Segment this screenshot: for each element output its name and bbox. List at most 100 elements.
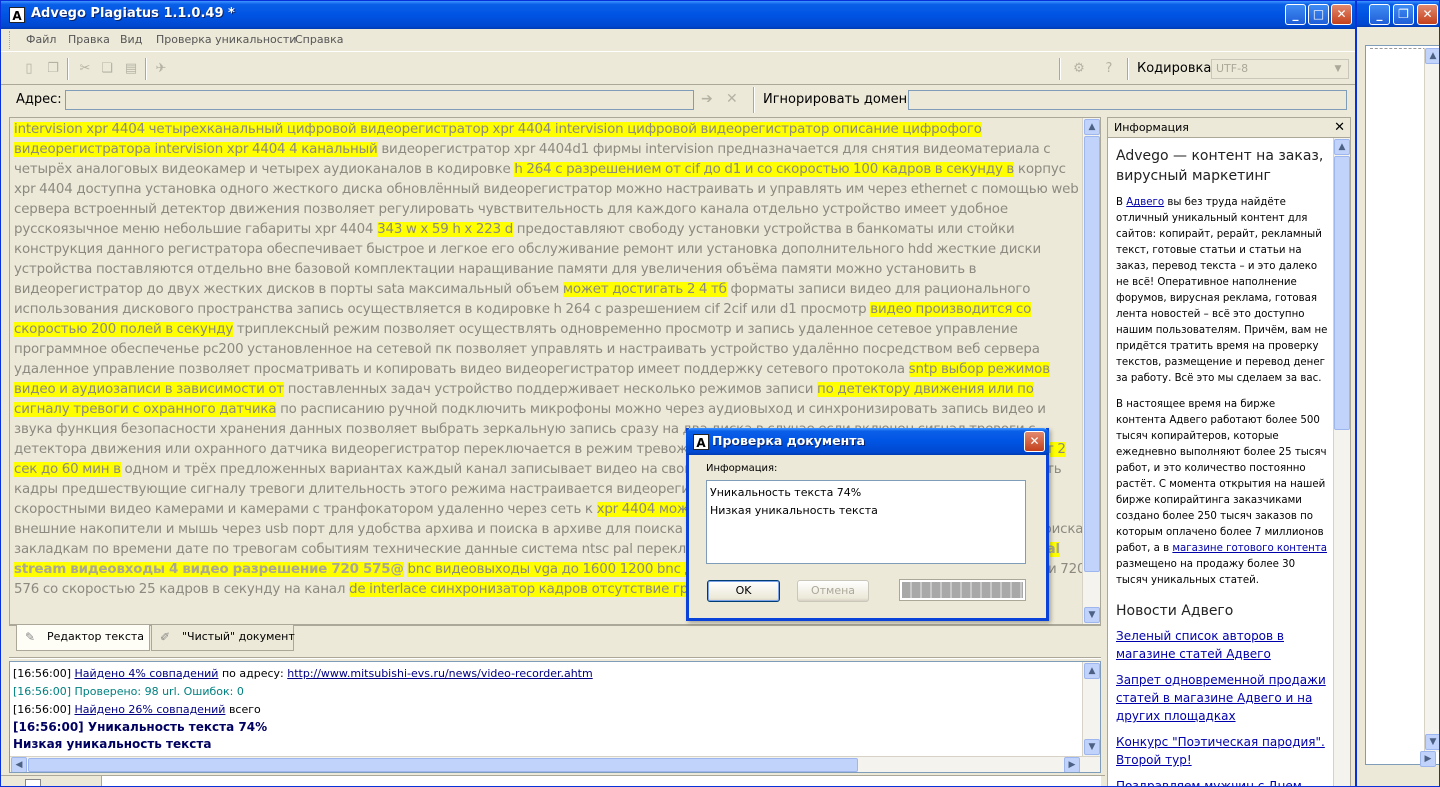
dialog-info-label: Информация: bbox=[706, 463, 778, 474]
dialog-title-bar[interactable]: A Проверка документа ✕ bbox=[686, 428, 1049, 455]
log-match-link[interactable]: Найдено 4% совпадений bbox=[74, 667, 218, 680]
scroll-right-icon[interactable]: ▶ bbox=[1064, 757, 1080, 772]
log-hscroll[interactable]: ◀ ▶ bbox=[10, 756, 1100, 772]
log-hscroll-thumb[interactable] bbox=[28, 758, 858, 772]
dialog-progress-bar bbox=[899, 579, 1026, 601]
news-heading: Новости Адвего bbox=[1116, 603, 1234, 619]
address-separator bbox=[753, 87, 755, 113]
log-vscroll[interactable]: ▲ ▼ bbox=[1082, 662, 1100, 756]
log-text: всего bbox=[225, 703, 261, 716]
background-window-title-bar[interactable]: _ ❐ ✕ bbox=[1357, 1, 1439, 27]
news-link[interactable]: Запрет одновременной продажи статей в ма… bbox=[1116, 671, 1328, 725]
chevron-down-icon[interactable]: ▼ bbox=[1330, 61, 1346, 77]
tab-clean-document[interactable]: ✐ "Чистый" документ bbox=[151, 625, 295, 651]
background-scrollbar[interactable]: ▲ ▼ bbox=[1424, 48, 1439, 752]
info-panel-header: Информация ✕ bbox=[1108, 118, 1350, 138]
dialog-uniqueness-text: Уникальность текста 74% bbox=[710, 486, 862, 499]
log-url-link[interactable]: http://www.mitsubishi-evs.ru/news/video-… bbox=[287, 667, 592, 680]
scroll-down-icon[interactable]: ▼ bbox=[1084, 739, 1100, 755]
check-uniqueness-icon[interactable]: ✈ bbox=[153, 61, 169, 77]
maximize-button[interactable]: □ bbox=[1308, 4, 1329, 25]
status-field bbox=[101, 776, 1101, 786]
encoding-select[interactable]: UTF-8 ▼ bbox=[1211, 59, 1349, 79]
scroll-up-icon[interactable]: ▲ bbox=[1334, 139, 1350, 155]
log-text: по адресу: bbox=[218, 667, 288, 680]
info-text: вы без труда найдёте отличный уникальный… bbox=[1116, 197, 1328, 384]
scroll-up-icon[interactable]: ▲ bbox=[1084, 119, 1100, 135]
menu-file[interactable]: Файл bbox=[26, 33, 56, 46]
background-document: ▲ ▼ bbox=[1365, 45, 1439, 765]
background-window: _ ❐ ✕ ▲ ▼ ▶ bbox=[1356, 0, 1440, 787]
ignore-domains-label: Игнорировать домены: bbox=[763, 92, 922, 107]
tab-text-editor[interactable]: ✎ Редактор текста bbox=[16, 625, 150, 651]
scroll-down-icon[interactable]: ▼ bbox=[1425, 734, 1439, 750]
window-title: Advego Plagiatus 1.1.0.49 * bbox=[31, 6, 235, 21]
close-button[interactable]: ✕ bbox=[1331, 4, 1352, 25]
minimize-button[interactable]: _ bbox=[1285, 4, 1306, 25]
toolbar: ▯ ❐ ✂ ❏ ▤ ✈ ⚙ ? Кодировка: UTF-8 ▼ bbox=[1, 51, 1355, 85]
dialog-title: Проверка документа bbox=[712, 433, 865, 448]
ignore-domains-input[interactable] bbox=[908, 90, 1347, 110]
log-match-link[interactable]: Найдено 26% совпадений bbox=[74, 703, 225, 716]
dialog-info-box: Уникальность текста 74% Низкая уникально… bbox=[706, 480, 1026, 564]
close-icon[interactable]: ✕ bbox=[1334, 118, 1345, 138]
close-icon[interactable]: ✕ bbox=[726, 91, 738, 107]
editor-scrollbar[interactable]: ▲ ▼ bbox=[1082, 118, 1100, 624]
log-line: [16:56:00] Найдено 26% совпадений всего bbox=[13, 703, 261, 716]
close-button[interactable]: ✕ bbox=[1417, 4, 1438, 25]
paste-icon[interactable]: ▤ bbox=[123, 61, 139, 77]
toolbar-separator bbox=[145, 58, 147, 80]
arrow-right-icon[interactable]: ➔ bbox=[701, 91, 713, 107]
brush-icon: ✐ bbox=[160, 630, 171, 644]
news-link[interactable]: Поздравляем мужчин с Днем защитника отеч… bbox=[1116, 777, 1328, 786]
new-document-icon[interactable]: ▯ bbox=[21, 61, 37, 77]
address-input[interactable] bbox=[65, 90, 694, 110]
status-icon bbox=[25, 779, 41, 786]
menu-grip bbox=[9, 31, 12, 49]
info-heading: Advego — контент на заказ, вирусный марк… bbox=[1116, 148, 1324, 184]
app-icon: A bbox=[9, 7, 25, 23]
info-text: размещено на продажу более 30 тысяч уник… bbox=[1116, 559, 1296, 586]
menu-check-uniqueness[interactable]: Проверка уникальности bbox=[156, 33, 296, 46]
content-shop-link[interactable]: магазине готового контента bbox=[1172, 543, 1327, 554]
scroll-right-icon[interactable]: ▶ bbox=[1420, 751, 1436, 767]
log-line: [16:56:00] Найдено 4% совпадений по адре… bbox=[13, 667, 593, 680]
encoding-label: Кодировка: bbox=[1137, 61, 1216, 76]
scroll-down-icon[interactable]: ▼ bbox=[1084, 607, 1100, 623]
menu-edit[interactable]: Правка bbox=[68, 33, 110, 46]
menu-help[interactable]: Справка bbox=[295, 33, 343, 46]
dialog-close-button[interactable]: ✕ bbox=[1024, 431, 1045, 452]
title-bar[interactable]: A Advego Plagiatus 1.1.0.49 * _ □ ✕ bbox=[1, 1, 1355, 29]
info-scroll-thumb[interactable] bbox=[1334, 156, 1350, 430]
minimize-button[interactable]: _ bbox=[1369, 4, 1390, 25]
page-border bbox=[1370, 48, 1426, 49]
highlighted-match: 343 w x 59 h x 223 d bbox=[377, 222, 514, 237]
open-document-icon[interactable]: ❐ bbox=[45, 61, 61, 77]
restore-button[interactable]: ❐ bbox=[1393, 4, 1414, 25]
cut-icon[interactable]: ✂ bbox=[77, 61, 93, 77]
scroll-up-icon[interactable]: ▲ bbox=[1084, 663, 1100, 679]
scroll-up-icon[interactable]: ▲ bbox=[1425, 48, 1439, 64]
editor-scroll-thumb[interactable] bbox=[1084, 136, 1100, 572]
toolbar-separator bbox=[1059, 58, 1061, 80]
log-time: [16:56:00] bbox=[13, 703, 75, 716]
advego-link[interactable]: Адвего bbox=[1126, 197, 1164, 208]
settings-icon[interactable]: ⚙ bbox=[1071, 61, 1087, 77]
status-bar bbox=[1, 775, 1105, 786]
dialog-low-uniqueness-text: Низкая уникальность текста bbox=[710, 504, 878, 517]
address-label: Адрес: bbox=[16, 92, 62, 107]
copy-icon[interactable]: ❏ bbox=[99, 61, 115, 77]
info-scrollbar[interactable]: ▲ bbox=[1333, 138, 1350, 786]
cancel-button[interactable]: Отмена bbox=[797, 580, 869, 602]
menu-view[interactable]: Вид bbox=[120, 33, 142, 46]
scroll-left-icon[interactable]: ◀ bbox=[11, 757, 27, 772]
news-link[interactable]: Конкурс "Поэтическая пародия". Второй ту… bbox=[1116, 733, 1328, 769]
news-link[interactable]: Зеленый список авторов в магазине статей… bbox=[1116, 627, 1328, 663]
help-icon[interactable]: ? bbox=[1101, 61, 1117, 77]
log-panel[interactable]: [16:56:00] Найдено 4% совпадений по адре… bbox=[9, 661, 1101, 773]
ok-button[interactable]: OK bbox=[707, 580, 780, 602]
tab-text-editor-label: Редактор текста bbox=[47, 630, 145, 643]
splitter[interactable] bbox=[9, 657, 1101, 659]
check-document-dialog: A Проверка документа ✕ Информация: Уника… bbox=[686, 428, 1049, 621]
info-panel: Информация ✕ Advego — контент на заказ, … bbox=[1107, 117, 1351, 786]
